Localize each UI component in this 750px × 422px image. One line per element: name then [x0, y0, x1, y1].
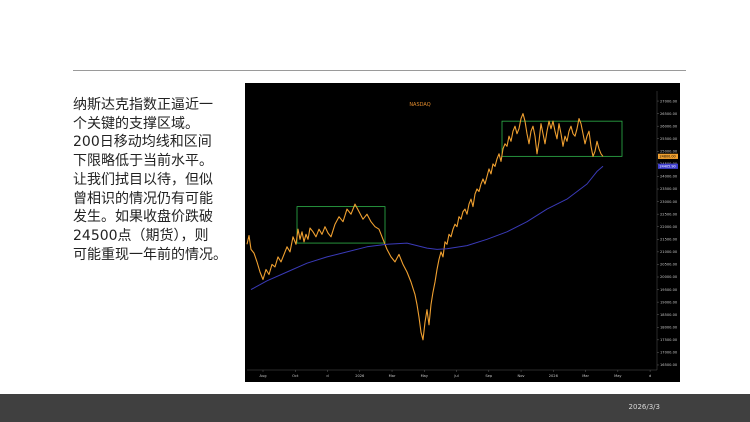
x-tick-label: 2026 — [355, 374, 365, 378]
y-tick-label: 16500.00 — [660, 363, 678, 367]
price-tag-label: 24405.90 — [660, 165, 676, 169]
y-tick-label: 17000.00 — [660, 351, 678, 355]
footer-date: 2026/3/3 — [628, 403, 660, 411]
y-tick-label: 21000.00 — [660, 250, 678, 254]
x-tick-label: Sep — [485, 374, 492, 378]
nasdaq-chart: NASDAQ 16500.00 17000.00 17500.00 18000.00 1… — [245, 83, 680, 382]
range-box-1 — [296, 206, 386, 244]
chart-title: NASDAQ — [409, 102, 430, 108]
x-tick-label: Aug — [259, 374, 266, 378]
price-line — [246, 113, 604, 341]
x-tick-label: Oct — [292, 374, 299, 378]
y-tick-label: 22500.00 — [660, 212, 678, 216]
x-tick-label: 2026 — [549, 374, 559, 378]
y-tick-label: 17500.00 — [660, 338, 678, 342]
y-tick-label: 20000.00 — [660, 275, 678, 279]
footer-bar: 2026/3/3 — [0, 394, 750, 422]
y-tick-label: 18000.00 — [660, 325, 678, 329]
moving-average-line — [250, 165, 604, 291]
y-tick-label: 19000.00 — [660, 300, 678, 304]
y-tick-label: 23500.00 — [660, 187, 678, 191]
title-divider — [73, 70, 686, 71]
y-tick-label: 26500.00 — [660, 112, 678, 116]
x-tick-label: Mar — [389, 374, 396, 378]
y-tick-label: 25500.00 — [660, 137, 678, 141]
y-tick-label: 22000.00 — [660, 225, 678, 229]
x-tick-label: d — [649, 374, 651, 378]
y-tick-label: 23000.00 — [660, 200, 678, 204]
x-tick-label: May — [614, 374, 622, 378]
y-tick-label: 24000.00 — [660, 175, 678, 179]
x-tick-label: Jul — [453, 374, 458, 378]
x-tick-label: Nov — [518, 374, 526, 378]
y-tick-label: 26000.00 — [660, 124, 678, 128]
y-tick-label: 18500.00 — [660, 313, 678, 317]
y-tick-label: 20500.00 — [660, 263, 678, 267]
price-tag-label: 24800.00 — [660, 155, 676, 159]
y-tick-label: 21500.00 — [660, 237, 678, 241]
slide-caption: 纳斯达克指数正逼近一 个关键的支撑区域。 200日移动均线和区间 下限略低于当前… — [73, 97, 227, 263]
x-tick-label: May — [421, 374, 429, 378]
x-tick-label: Mar — [582, 374, 589, 378]
chart-svg: NASDAQ 16500.00 17000.00 17500.00 18000.00 1… — [246, 91, 678, 378]
x-tick-label: d — [326, 374, 328, 378]
y-tick-label: 27000.00 — [660, 99, 678, 103]
y-tick-label: 25000.00 — [660, 150, 678, 154]
y-tick-label: 19500.00 — [660, 288, 678, 292]
